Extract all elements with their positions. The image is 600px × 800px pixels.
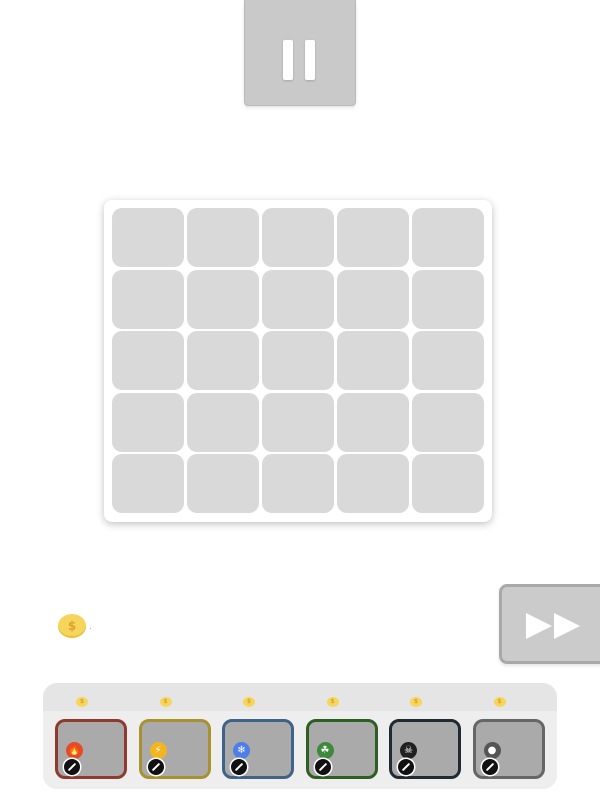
shop-slot-bullet[interactable]: ● [472,719,545,779]
pause-icon-left-bar [283,40,293,80]
snowflake-icon: ❄ [233,742,250,759]
board-cell[interactable] [187,392,259,452]
fast-forward-button[interactable] [499,584,600,664]
shop-slot-poison[interactable]: ☘ [305,719,378,779]
game-board [104,200,492,522]
skull-icon: ☠ [400,742,417,759]
board-cell[interactable] [112,208,184,267]
price-coin-icon: $ [76,697,88,707]
shop-slot-lightning[interactable]: ⚡ [138,719,211,779]
price-coin-icon: $ [243,697,255,707]
upgrade-pen-icon[interactable] [481,759,498,775]
pause-icon-right-bar [305,40,315,80]
lightning-icon: ⚡ [149,742,167,759]
board-cell[interactable] [337,392,409,452]
board-cell[interactable] [112,392,184,452]
shop-slot-ice[interactable]: ❄ [222,719,294,779]
bullet-icon: ● [483,742,501,759]
board-cell[interactable] [112,454,184,513]
board-cell[interactable] [187,454,259,513]
board-cell[interactable] [112,269,184,329]
board-cell[interactable] [337,331,409,390]
poison-icon: ☘ [316,742,334,759]
board-cell[interactable] [187,331,259,390]
price-coin-icon: $ [159,697,172,707]
tower-shop: $ 🔥 $ ⚡ $ ❄ $ ☘ $ ☠ $ ● [43,683,557,789]
upgrade-pen-icon[interactable] [398,759,414,775]
board-cell[interactable] [262,269,334,329]
board-cell[interactable] [412,392,484,452]
pause-button[interactable] [244,0,356,106]
board-cell[interactable] [262,454,334,513]
shop-slot-skull[interactable]: ☠ [389,719,461,779]
fire-icon: 🔥 [66,742,83,759]
board-cell[interactable] [412,208,484,267]
board-cell[interactable] [262,331,334,390]
board-cell[interactable] [412,454,484,513]
price-coin-icon: $ [493,697,506,707]
upgrade-pen-icon[interactable] [314,759,331,775]
board-cell[interactable] [187,208,259,267]
shop-slot-fire[interactable]: 🔥 [55,719,127,779]
board-cell[interactable] [412,331,484,390]
upgrade-pen-icon[interactable] [147,759,164,775]
board-cell[interactable] [337,269,409,329]
upgrade-pen-icon[interactable] [64,759,80,775]
board-cell[interactable] [412,269,484,329]
board-cell[interactable] [337,208,409,267]
board-cell[interactable] [112,331,184,390]
price-coin-icon: $ [326,697,339,707]
upgrade-pen-icon[interactable] [231,759,247,775]
coin-amount: . [89,622,92,632]
board-cell[interactable] [187,269,259,329]
board-cell[interactable] [262,208,334,267]
game-screen: $ . $ 🔥 $ ⚡ $ ❄ $ ☘ $ ☠ $ ● [0,0,600,800]
fast-forward-icon [526,613,580,639]
price-coin-icon: $ [410,697,422,707]
board-cell[interactable] [262,392,334,452]
board-cell[interactable] [337,454,409,513]
coin-icon: $ [58,614,86,638]
